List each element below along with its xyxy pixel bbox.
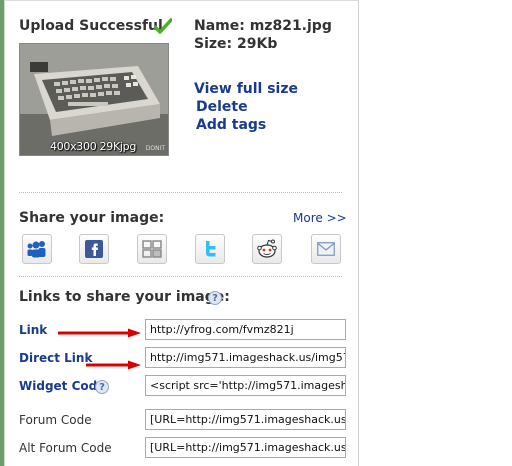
alt-forum-code-field[interactable]: [URL=http://img571.imageshack.us/i/mz821… [145,437,346,458]
more-share-options-link[interactable]: More >> [293,211,347,225]
help-icon[interactable]: ? [95,380,109,394]
myspace-icon [27,241,46,258]
link-url-field[interactable]: http://yfrog.com/fvmz821j [145,319,346,340]
section-divider [19,276,342,277]
link-label[interactable]: Link [19,323,47,337]
view-full-size-link[interactable]: View full size [194,81,298,97]
panel-top-border [5,0,359,1]
email-share-button[interactable] [311,234,341,264]
digg-icon [142,240,162,258]
delete-link[interactable]: Delete [196,99,248,115]
annotation-arrow [86,360,141,370]
image-thumbnail[interactable]: 400x300 29Kjpg DONIT [19,43,169,156]
direct-link-url-field[interactable]: http://img571.imageshack.us/img571/5525/… [145,347,346,368]
forum-code-field[interactable]: [URL=http://img571.imageshack.us/i/mz821… [145,409,346,430]
widget-code-label[interactable]: Widget Code [19,379,105,393]
section-divider [19,192,342,193]
facebook-share-button[interactable] [79,234,109,264]
upload-status-title: Upload Successful [19,18,163,34]
digg-share-button[interactable] [137,234,167,264]
add-tags-link[interactable]: Add tags [196,117,266,133]
help-icon[interactable]: ? [208,291,222,305]
email-icon [317,242,335,256]
reddit-icon [257,239,277,258]
direct-link-label[interactable]: Direct Link [19,351,92,365]
thumbnail-caption: 400x300 29Kjpg [50,140,137,153]
twitter-icon [206,241,216,257]
thumbnail-credit-watermark: DONIT [145,145,165,152]
widget-code-field[interactable]: <script src='http://img571.imageshack.us… [145,375,346,396]
myspace-share-button[interactable] [22,234,52,264]
twitter-share-button[interactable] [195,234,225,264]
file-size: Size: 29Kb [194,36,278,52]
alt-forum-code-label: Alt Forum Code [19,441,112,455]
checkmark-icon [154,18,172,34]
file-name: Name: mz821.jpg [194,18,332,34]
reddit-share-button[interactable] [252,234,282,264]
annotation-arrow [58,328,141,338]
forum-code-label: Forum Code [19,413,92,427]
links-section-title: Links to share your image: [19,289,230,305]
facebook-icon [85,240,103,258]
share-section-title: Share your image: [19,210,165,226]
